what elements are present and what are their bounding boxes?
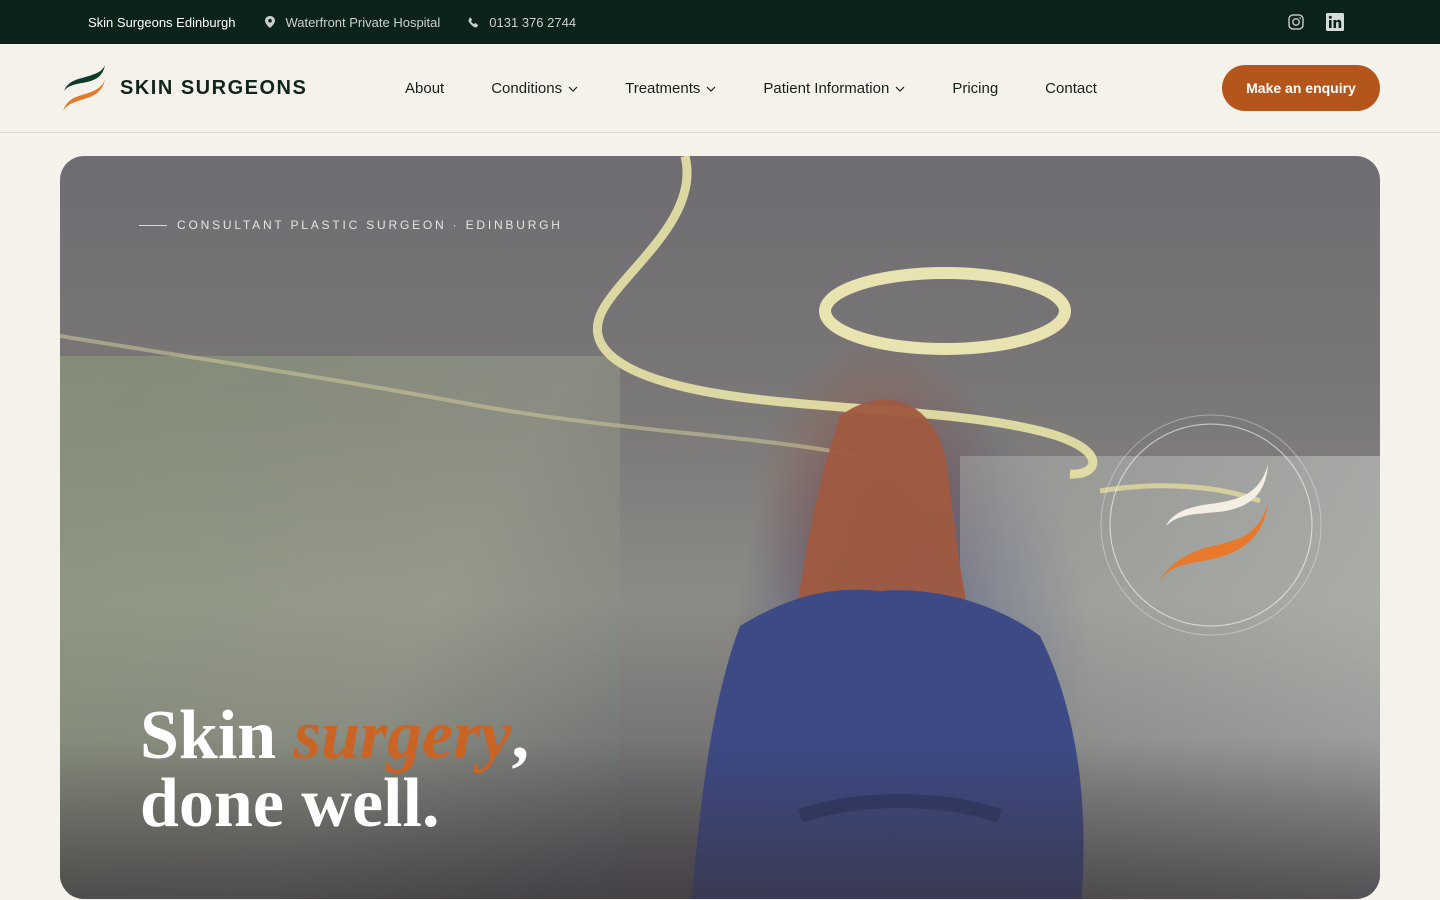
linkedin-icon[interactable] <box>1326 13 1344 31</box>
eyebrow-text: CONSULTANT PLASTIC SURGEON · EDINBURGH <box>177 218 563 232</box>
headline-line-2: done well. <box>140 765 440 842</box>
topbar-phone[interactable]: 0131 376 2744 <box>468 15 576 30</box>
nav-conditions-label: Conditions <box>491 80 563 97</box>
topbar-location[interactable]: Waterfront Private Hospital <box>265 15 440 30</box>
nav-about[interactable]: About <box>405 80 444 97</box>
nav-contact[interactable]: Contact <box>1045 80 1097 97</box>
chevron-down-icon <box>706 86 716 92</box>
brand-badge-icon <box>1100 414 1322 636</box>
headline-comma: , <box>511 697 530 774</box>
main-nav: About Conditions Treatments Patient Info… <box>405 44 1144 133</box>
nav-treatments[interactable]: Treatments <box>625 80 716 97</box>
chevron-down-icon <box>895 86 905 92</box>
logo-mark-icon <box>63 65 105 111</box>
chevron-down-icon <box>568 86 578 92</box>
nav-pricing[interactable]: Pricing <box>952 80 998 97</box>
nav-pricing-label: Pricing <box>952 80 999 97</box>
headline-accent: surgery <box>293 697 512 774</box>
phone-icon <box>468 16 479 28</box>
main-header: SKIN SURGEONS About Conditions Treatment… <box>0 44 1440 133</box>
nav-about-label: About <box>405 80 445 97</box>
social-links <box>1288 13 1344 31</box>
instagram-icon[interactable] <box>1288 14 1304 30</box>
topbar-brand: Skin Surgeons Edinburgh <box>88 14 236 30</box>
eyebrow-line <box>139 224 167 226</box>
top-bar: Skin Surgeons Edinburgh Waterfront Priva… <box>0 0 1440 44</box>
make-enquiry-button[interactable]: Make an enquiry <box>1222 65 1380 111</box>
nav-patient-information-label: Patient Information <box>763 80 890 97</box>
location-text: Waterfront Private Hospital <box>285 14 441 30</box>
hero-section: CONSULTANT PLASTIC SURGEON · EDINBURGH S… <box>60 156 1380 899</box>
nav-treatments-label: Treatments <box>625 80 701 97</box>
hero-headline: Skin surgery, done well. <box>140 701 529 839</box>
nav-patient-information[interactable]: Patient Information <box>763 80 905 97</box>
nav-conditions[interactable]: Conditions <box>491 80 578 97</box>
hero-eyebrow: CONSULTANT PLASTIC SURGEON · EDINBURGH <box>139 218 563 232</box>
nav-contact-label: Contact <box>1045 80 1097 97</box>
site-logo[interactable]: SKIN SURGEONS <box>62 65 307 111</box>
map-pin-icon <box>265 16 276 28</box>
logo-text: SKIN SURGEONS <box>120 76 308 99</box>
phone-text: 0131 376 2744 <box>489 14 577 30</box>
headline-start: Skin <box>140 697 294 774</box>
